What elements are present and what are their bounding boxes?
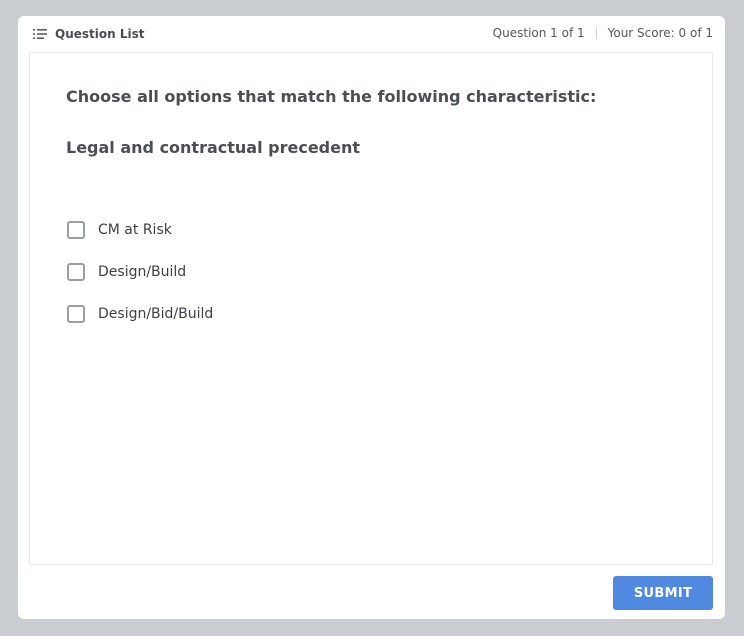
quiz-card: Question List Question 1 of 1 Your Score…: [18, 16, 725, 619]
score-display: Your Score: 0 of 1: [607, 26, 713, 40]
option-label: Design/Build: [98, 264, 187, 280]
option-design-bid-build[interactable]: Design/Bid/Build: [67, 302, 213, 326]
question-counter: Question 1 of 1: [492, 26, 585, 40]
question-panel: Choose all options that match the follow…: [29, 52, 713, 565]
option-design-build[interactable]: Design/Build: [67, 260, 186, 284]
option-label: Design/Bid/Build: [98, 306, 214, 322]
submit-button[interactable]: SUBMIT: [613, 576, 713, 610]
question-prompt: Choose all options that match the follow…: [66, 87, 597, 106]
meta-divider: [595, 27, 597, 39]
option-cm-at-risk[interactable]: CM at Risk: [67, 218, 172, 242]
quiz-header: Question List Question 1 of 1 Your Score…: [18, 16, 725, 52]
question-characteristic: Legal and contractual precedent: [66, 138, 361, 157]
question-list-button[interactable]: Question List: [33, 25, 144, 43]
question-list-label: Question List: [55, 27, 145, 41]
checkbox[interactable]: [67, 221, 85, 239]
checkbox[interactable]: [67, 305, 85, 323]
checkbox[interactable]: [67, 263, 85, 281]
option-label: CM at Risk: [98, 222, 172, 238]
quiz-meta: Question 1 of 1 Your Score: 0 of 1: [493, 26, 713, 40]
list-icon: [33, 29, 47, 39]
